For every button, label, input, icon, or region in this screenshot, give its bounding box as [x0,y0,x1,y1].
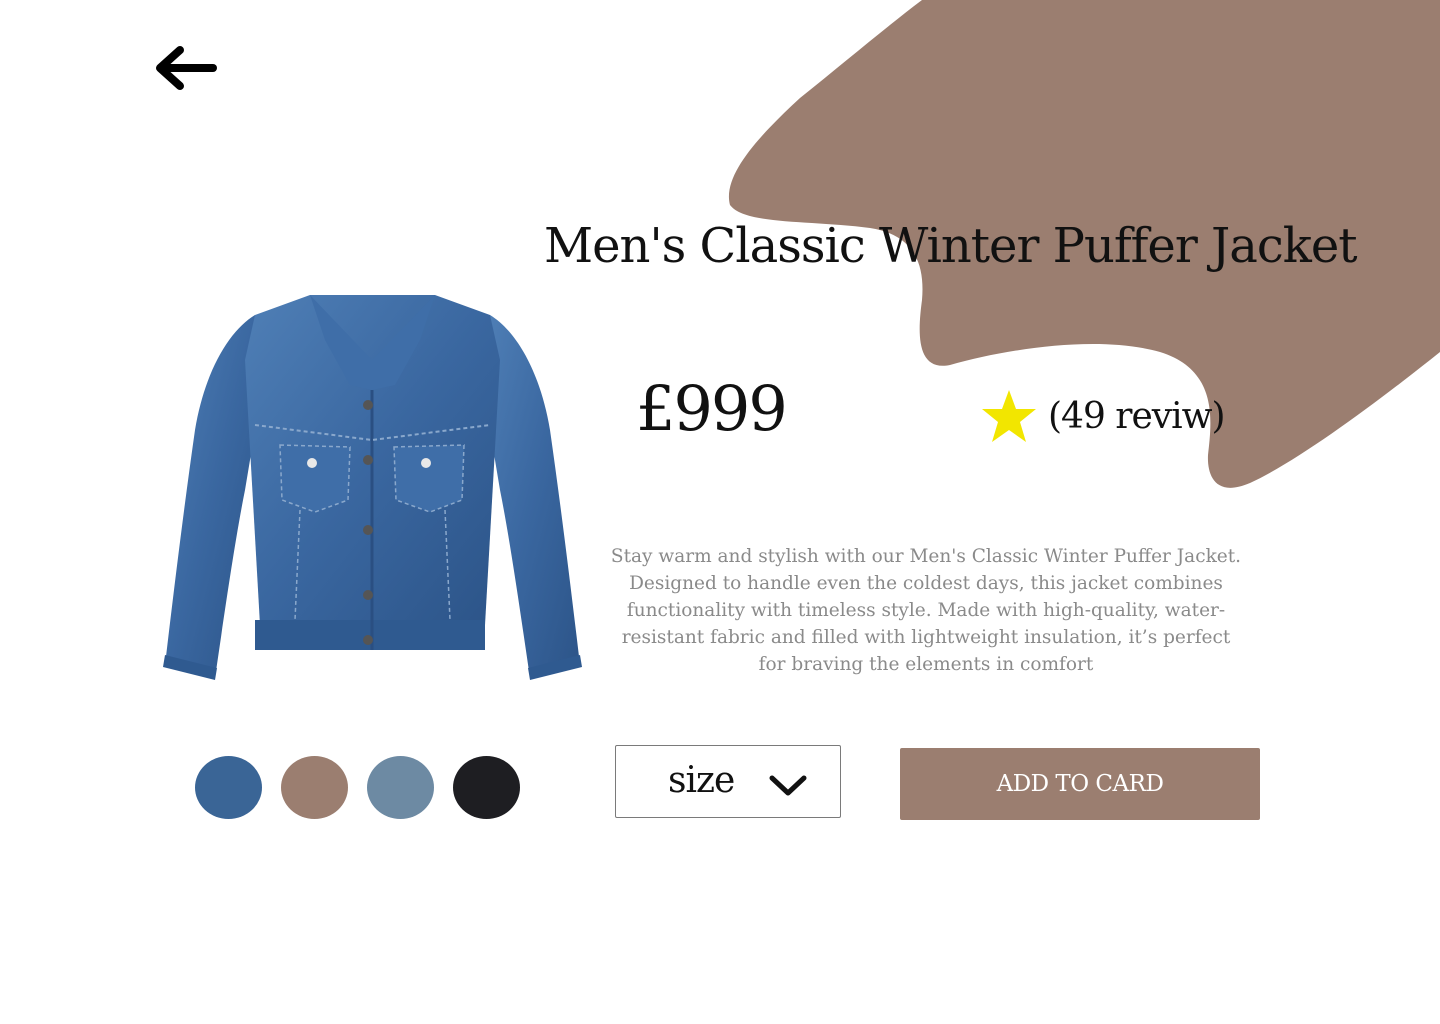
rating[interactable]: (49 reviw) [980,388,1226,444]
color-swatch-brown[interactable] [281,756,348,819]
product-price: £999 [636,372,788,445]
size-label: size [668,760,735,801]
denim-jacket-image [163,295,582,680]
product-description: Stay warm and stylish with our Men's Cla… [610,546,1242,675]
review-count: (49 reviw) [1048,395,1226,437]
color-swatches [195,756,520,819]
back-button[interactable] [156,44,220,92]
product-page: Men's Classic Winter Puffer Jacket £999 … [0,0,1440,1024]
size-select[interactable]: size [615,745,841,818]
add-to-cart-button[interactable]: ADD TO CARD [900,748,1260,820]
product-title: Men's Classic Winter Puffer Jacket [544,218,1358,274]
chevron-down-icon [769,775,807,796]
star-icon [982,390,1036,442]
arrow-left-icon [156,46,217,90]
color-swatch-black[interactable] [453,756,520,819]
color-swatch-steel-blue[interactable] [367,756,434,819]
color-swatch-blue[interactable] [195,756,262,819]
